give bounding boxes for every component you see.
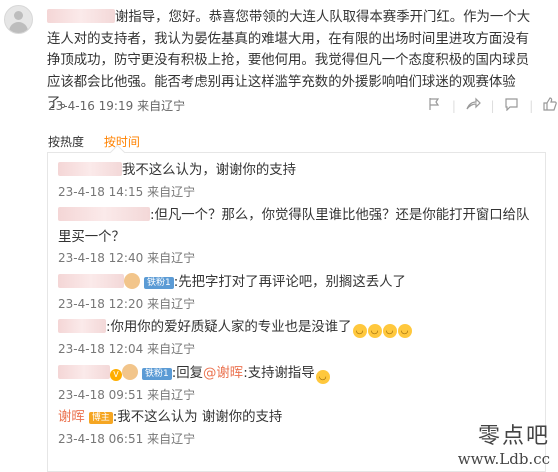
- reply-item: :你用你的爱好质疑人家的专业也是没谁了 ◡ ◡ ◡ ◡ 23-4-18 12:04 来自…: [58, 317, 538, 360]
- share-icon[interactable]: [466, 97, 481, 114]
- sort-tabs: 按热度 按时间: [48, 133, 156, 150]
- comment-text: 谢指导，您好。恭喜您带领的大连人队取得本赛季开门红。作为一个大连人对的支持者，我…: [47, 10, 531, 111]
- comment-icon[interactable]: [504, 97, 519, 114]
- watermark-title: 零点吧: [477, 424, 550, 449]
- reply-text: :先把字打对了再评论吧，别搁这丢人了: [173, 275, 406, 290]
- redacted-username[interactable]: [58, 319, 106, 333]
- reply-source: 来自辽宁: [147, 431, 196, 446]
- mention-link[interactable]: @谢晖: [203, 366, 243, 381]
- verified-v-icon: V: [110, 369, 122, 381]
- redacted-username[interactable]: [58, 207, 150, 221]
- reply-meta: 23-4-18 12:20 来自辽宁: [58, 294, 538, 316]
- comment-meta: 23-4-16 19:19 来自辽宁: [48, 97, 185, 114]
- laugh-emoji-icon: ◡: [352, 324, 367, 338]
- user-avatar[interactable]: [4, 5, 33, 34]
- redacted-username[interactable]: [58, 162, 122, 176]
- laugh-emoji-icon: ◡: [367, 324, 382, 338]
- comment-time: 23-4-16 19:19: [48, 99, 134, 113]
- reply-item: 铁粉1:先把字打对了再评论吧，别搁这丢人了 23-4-18 12:20 来自辽宁: [58, 272, 538, 315]
- reply-time: 23-4-18 12:20: [58, 296, 144, 311]
- reply-item: 我不这么认为，谢谢你的支持 23-4-18 14:15 来自辽宁: [58, 160, 538, 203]
- comment-source: 来自辽宁: [137, 99, 186, 113]
- reply-text: :我不这么认为 谢谢你的支持: [112, 410, 283, 425]
- tab-sort-hot[interactable]: 按热度: [48, 135, 84, 149]
- reply-time: 23-4-18 14:15: [58, 184, 144, 199]
- like-icon[interactable]: [543, 97, 557, 114]
- reply-source: 来自辽宁: [147, 184, 196, 199]
- laugh-emoji-icon: ◡: [382, 324, 397, 338]
- divider: |: [451, 98, 456, 113]
- fan-badge: 铁粉1: [144, 277, 174, 289]
- report-icon[interactable]: [428, 97, 442, 114]
- divider: |: [490, 98, 495, 113]
- reply-time: 23-4-18 06:51: [58, 431, 144, 446]
- reply-item: V 铁粉1:回复@谢晖:支持谢指导 ◡ 23-4-18 09:51 来自辽宁: [58, 363, 538, 406]
- reply-meta: 23-4-18 14:15 来自辽宁: [58, 182, 538, 204]
- comment-actions: | | | 2: [428, 97, 558, 114]
- reply-source: 来自辽宁: [147, 387, 196, 402]
- site-watermark: 零点吧 www.Ldb.cc: [458, 418, 550, 468]
- redacted-username[interactable]: [47, 9, 115, 23]
- laugh-emoji-icon: ◡: [397, 324, 412, 338]
- reply-source: 来自辽宁: [147, 296, 196, 311]
- tab-sort-time[interactable]: 按时间: [104, 135, 140, 149]
- reply-time: 23-4-18 12:04: [58, 341, 144, 356]
- reply-time: 23-4-18 12:40: [58, 251, 144, 265]
- divider: |: [529, 98, 534, 113]
- reply-item: :但凡一个？那么，你觉得队里谁比他强？还是你能打开窗口给队里买一个？ 23-4-…: [58, 205, 538, 270]
- watermark-url: www.Ldb.cc: [457, 450, 550, 468]
- blogger-badge: 博主: [88, 412, 113, 424]
- fan-avatar-icon: [124, 273, 140, 289]
- reply-text: 我不这么认为，谢谢你的支持: [122, 163, 297, 178]
- reply-meta: 23-4-18 12:40 来自辽宁: [58, 248, 538, 270]
- reply-text: :你用你的爱好质疑人家的专业也是没谁了: [106, 320, 352, 335]
- fan-avatar-icon: [122, 364, 138, 380]
- redacted-username[interactable]: [58, 274, 124, 288]
- fan-badge: 铁粉1: [142, 368, 172, 380]
- reply-source: 来自辽宁: [147, 251, 196, 265]
- reply-meta: 23-4-18 12:04 来自辽宁: [58, 339, 538, 361]
- reply-prefix: :回复: [171, 366, 204, 381]
- reply-meta: 23-4-18 09:51 来自辽宁: [58, 385, 538, 407]
- reply-text: :支持谢指导: [243, 366, 315, 381]
- redacted-username[interactable]: [58, 365, 110, 379]
- avatar-head: [14, 11, 23, 20]
- reply-time: 23-4-18 09:51: [58, 387, 144, 402]
- reply-source: 来自辽宁: [147, 341, 196, 356]
- reply-username[interactable]: 谢晖: [58, 410, 85, 425]
- grin-emoji-icon: ◡: [315, 370, 330, 384]
- avatar-body: [9, 22, 28, 33]
